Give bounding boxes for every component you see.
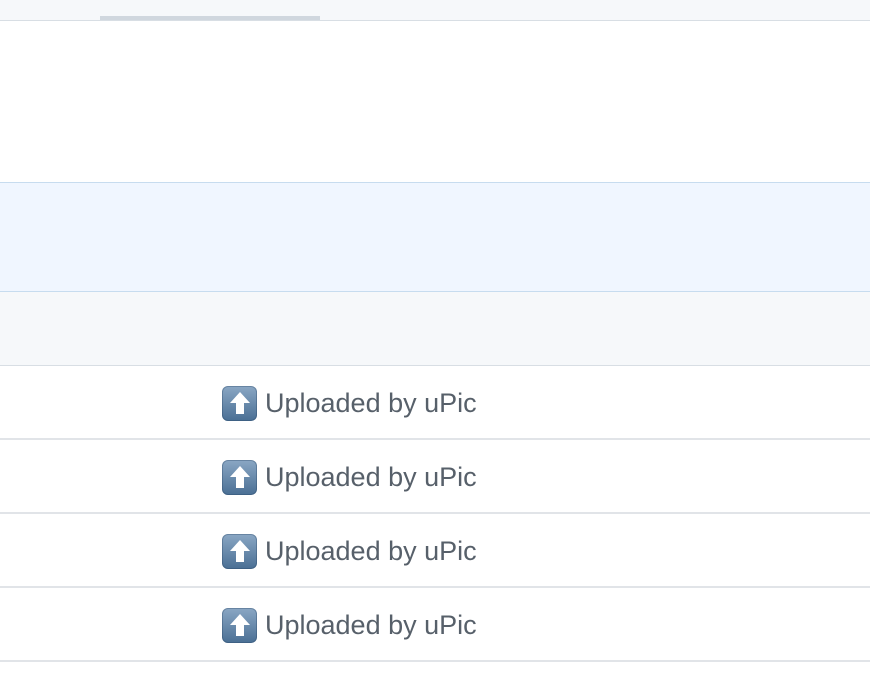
commit-message-text: Uploaded by uPic xyxy=(265,462,477,492)
up-arrow-icon xyxy=(222,385,257,421)
content-area xyxy=(0,21,870,182)
file-row: Uploaded by uPic xyxy=(0,366,870,440)
file-list: Uploaded by uPic Uploaded by uPic Upload… xyxy=(0,366,870,662)
file-row: Uploaded by uPic xyxy=(0,440,870,514)
commit-message-link[interactable]: Uploaded by uPic xyxy=(222,533,477,569)
flash-banner xyxy=(0,182,870,292)
up-arrow-icon xyxy=(222,459,257,495)
commit-message-link[interactable]: Uploaded by uPic xyxy=(222,607,477,643)
file-table-header xyxy=(0,292,870,366)
file-row: Uploaded by uPic xyxy=(0,588,870,662)
repository-page: Uploaded by uPic Uploaded by uPic Upload… xyxy=(0,0,870,674)
commit-message-text: Uploaded by uPic xyxy=(265,388,477,418)
commit-message-link[interactable]: Uploaded by uPic xyxy=(222,459,477,495)
up-arrow-icon xyxy=(222,533,257,569)
file-row: Uploaded by uPic xyxy=(0,514,870,588)
tab-underline xyxy=(100,16,320,20)
commit-message-text: Uploaded by uPic xyxy=(265,610,477,640)
tab-bar xyxy=(0,0,870,21)
commit-message-link[interactable]: Uploaded by uPic xyxy=(222,385,477,421)
commit-message-text: Uploaded by uPic xyxy=(265,536,477,566)
up-arrow-icon xyxy=(222,607,257,643)
